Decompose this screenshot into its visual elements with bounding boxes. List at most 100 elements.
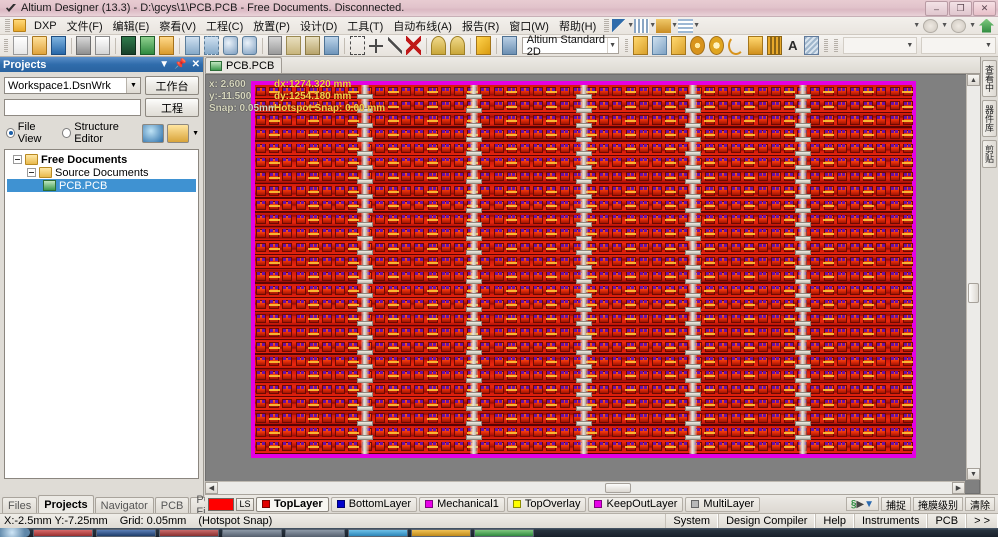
- place-arc-center-icon[interactable]: [728, 36, 744, 55]
- dxp-icon[interactable]: [13, 19, 26, 32]
- file-view-radio[interactable]: [6, 128, 15, 138]
- deselect-icon[interactable]: [387, 36, 403, 55]
- tree-node-pcb-pcb[interactable]: PCB.PCB: [7, 179, 196, 192]
- grid-icon[interactable]: [634, 18, 650, 33]
- scroll-up-button[interactable]: ▲: [967, 74, 980, 86]
- collapse-toggle-icon[interactable]: [13, 155, 22, 164]
- chevron-down-icon[interactable]: ▼: [606, 38, 618, 53]
- structure-editor-radio[interactable]: [62, 128, 72, 138]
- snap-button[interactable]: 捕捉: [881, 497, 911, 512]
- place-via-icon[interactable]: [690, 36, 706, 55]
- document-tab-pcb[interactable]: PCB.PCB: [205, 57, 283, 73]
- status-button-more[interactable]: > >: [966, 514, 998, 528]
- project-button[interactable]: 工程: [145, 98, 199, 117]
- scroll-down-button[interactable]: ▼: [967, 468, 980, 480]
- menu-item-edit[interactable]: 编辑(E): [108, 16, 155, 36]
- canvas-horizontal-scrollbar[interactable]: ◀ ▶: [205, 481, 965, 494]
- rubber-stamp-icon[interactable]: [324, 36, 340, 55]
- close-button[interactable]: ✕: [973, 1, 996, 16]
- taskbar-item[interactable]: [348, 528, 408, 537]
- taskbar-item[interactable]: [33, 528, 93, 537]
- collapse-toggle-icon[interactable]: [27, 168, 36, 177]
- globe-icon[interactable]: [142, 123, 165, 143]
- open-project-icon[interactable]: [140, 36, 156, 55]
- taskbar-item[interactable]: [96, 528, 156, 537]
- print-icon[interactable]: [76, 36, 92, 55]
- layers-dropdown-arrow[interactable]: ▼: [671, 22, 678, 29]
- place-pad-icon[interactable]: [709, 36, 725, 55]
- vertical-scroll-thumb[interactable]: [968, 283, 979, 303]
- menu-item-reports[interactable]: 报告(R): [457, 16, 504, 36]
- browse-library-icon[interactable]: [501, 36, 517, 55]
- place-component-icon[interactable]: [766, 36, 782, 55]
- undo-icon[interactable]: [431, 36, 447, 55]
- layer-tab-mechanical1[interactable]: Mechanical1: [419, 496, 505, 512]
- grid-dropdown-arrow[interactable]: ▼: [649, 22, 656, 29]
- home-icon[interactable]: [979, 18, 994, 33]
- new-document-icon[interactable]: [12, 36, 28, 55]
- taskbar-item[interactable]: [222, 528, 282, 537]
- menu-grip[interactable]: [5, 19, 10, 32]
- open-design-workspace-icon[interactable]: [159, 36, 175, 55]
- layer-tab-topoverlay[interactable]: TopOverlay: [506, 496, 587, 512]
- select-area-icon[interactable]: [350, 36, 366, 55]
- chart-icon[interactable]: [612, 18, 628, 33]
- chevron-down-icon[interactable]: ▼: [159, 59, 169, 70]
- right-tab-viewing[interactable]: 查看中: [982, 60, 997, 97]
- menu-item-project[interactable]: 工程(C): [201, 16, 248, 36]
- right-tab-clipboard[interactable]: 剪贴: [982, 140, 997, 168]
- status-button-design-compiler[interactable]: Design Compiler: [718, 514, 816, 528]
- panel-tab-pcb[interactable]: PCB: [154, 497, 190, 513]
- status-button-pcb[interactable]: PCB: [927, 514, 967, 528]
- menu-item-dxp[interactable]: DXP: [29, 18, 62, 34]
- pcb-board-keepout-outline[interactable]: [251, 81, 916, 458]
- menu-item-autoroute[interactable]: 自动布线(A): [388, 16, 457, 36]
- taskbar-item[interactable]: [411, 528, 471, 537]
- place-string-icon[interactable]: A: [786, 36, 801, 55]
- table-dropdown-arrow[interactable]: ▼: [693, 22, 700, 29]
- chevron-down-icon[interactable]: ▼: [903, 38, 916, 53]
- cut-icon[interactable]: [267, 36, 283, 55]
- empty-select-1[interactable]: ▼: [842, 37, 918, 54]
- panel-tab-navigator[interactable]: Navigator: [94, 497, 154, 513]
- layers-icon[interactable]: [656, 18, 672, 33]
- status-button-help[interactable]: Help: [815, 514, 854, 528]
- layer-set-count[interactable]: LS: [236, 497, 254, 511]
- tree-node-source-documents[interactable]: Source Documents: [7, 166, 196, 179]
- empty-select-2[interactable]: ▼: [921, 37, 996, 54]
- project-select[interactable]: [4, 99, 141, 116]
- folder-options-icon[interactable]: [167, 123, 190, 143]
- taskbar-item[interactable]: [474, 528, 534, 537]
- toolbar-grip-1[interactable]: [4, 39, 8, 52]
- place-fill-icon[interactable]: [747, 36, 763, 55]
- minimize-button[interactable]: –: [925, 1, 948, 16]
- menu-item-window[interactable]: 窗口(W): [504, 16, 554, 36]
- pcb-canvas[interactable]: x: 2.600 y:-11.500 Snap: 0.05mm dx:1274.…: [205, 74, 980, 494]
- scroll-left-button[interactable]: ◀: [205, 482, 218, 494]
- chart-dropdown-arrow[interactable]: ▼: [627, 22, 634, 29]
- view-configuration-select[interactable]: Altium Standard 2D ▼: [521, 34, 619, 58]
- panel-tab-files[interactable]: Files: [2, 497, 38, 513]
- menu-item-view[interactable]: 察看(V): [154, 16, 201, 36]
- highlight-pen-icon[interactable]: [476, 36, 492, 55]
- pin-icon[interactable]: 📌: [174, 59, 186, 70]
- menu-toolbar-grip[interactable]: [604, 19, 610, 32]
- place-room-icon[interactable]: [804, 36, 820, 55]
- menu-item-tools[interactable]: 工具(T): [342, 16, 388, 36]
- menu-item-design[interactable]: 设计(D): [295, 16, 342, 36]
- save-icon[interactable]: [50, 36, 66, 55]
- layer-tab-bottomlayer[interactable]: BottomLayer: [330, 496, 418, 512]
- toolbar-grip-4[interactable]: [833, 39, 838, 52]
- chevron-down-icon[interactable]: ▼: [126, 78, 140, 93]
- canvas-vertical-scrollbar[interactable]: ▲ ▼: [966, 74, 980, 480]
- zoom-document-icon[interactable]: [184, 36, 200, 55]
- pcb-board-surface[interactable]: [255, 85, 914, 454]
- chevron-down-icon[interactable]: ▼: [982, 38, 995, 53]
- print-preview-icon[interactable]: [95, 36, 111, 55]
- toolbar-grip-3[interactable]: [824, 39, 828, 52]
- layer-tab-keepoutlayer[interactable]: KeepOutLayer: [588, 496, 684, 512]
- right-tab-libraries[interactable]: 器件库: [982, 100, 997, 137]
- zoom-filter-icon[interactable]: [241, 36, 257, 55]
- toolbar-grip-2[interactable]: [624, 39, 629, 52]
- zoom-area-icon[interactable]: [203, 36, 219, 55]
